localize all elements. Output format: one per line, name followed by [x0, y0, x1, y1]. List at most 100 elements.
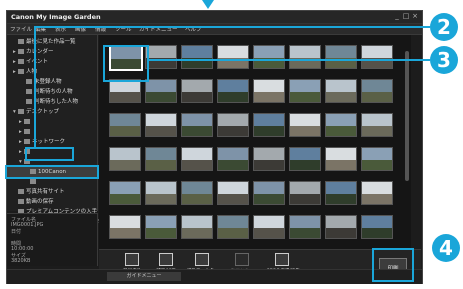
thumbnail[interactable]: [181, 113, 213, 137]
callout-badge-2: 2: [430, 13, 458, 41]
thumbnail[interactable]: [217, 147, 249, 171]
tree-item[interactable]: ▸ 人物: [7, 67, 97, 77]
thumbnail[interactable]: [325, 45, 357, 69]
callout-2-highlight: [25, 147, 74, 161]
thumbnail[interactable]: [109, 181, 141, 205]
title-bar: Canon My Image Garden _ □ ×: [7, 11, 422, 24]
filter-icon: [195, 253, 209, 266]
thumbnail[interactable]: [289, 181, 321, 205]
folder-tree: 最後に見た作品一覧 ▸ カレンダー ▸ イベント ▸ 人物 未登録人物 判断待ちの人物 判断待ちし…: [5, 35, 103, 227]
tree-item[interactable]: [7, 177, 97, 187]
thumbnail[interactable]: [253, 45, 285, 69]
thumbnail[interactable]: [289, 45, 321, 69]
thumbnail[interactable]: [253, 215, 285, 239]
thumbnail[interactable]: [253, 79, 285, 103]
pdf-icon: [275, 253, 289, 266]
person-icon: [26, 89, 32, 94]
thumbnail[interactable]: [181, 147, 213, 171]
thumbnail[interactable]: [217, 45, 249, 69]
thumbnail[interactable]: [253, 181, 285, 205]
thumbnail[interactable]: [109, 113, 141, 137]
tree-item[interactable]: 動画の保存: [7, 197, 97, 207]
thumbnail[interactable]: [181, 79, 213, 103]
thumbnail[interactable]: [289, 79, 321, 103]
info-line: 日付: [11, 229, 22, 235]
new-item-icon: [125, 253, 139, 266]
video-icon: [18, 199, 24, 204]
thumbnail[interactable]: [181, 215, 213, 239]
tree-item-label: 動画の保存: [26, 199, 54, 205]
info-line: 3820KB: [11, 258, 31, 264]
share-icon: [18, 189, 24, 194]
thumbnail[interactable]: [361, 79, 393, 103]
video-capture-icon: [235, 253, 249, 266]
thumbnail[interactable]: [145, 215, 177, 239]
thumbnail[interactable]: [145, 113, 177, 137]
thumbnail[interactable]: [361, 215, 393, 239]
tree-item[interactable]: 判断待ちの人物: [7, 87, 97, 97]
folder-icon: [24, 129, 30, 134]
tree-item[interactable]: 写真共有サイト: [7, 187, 97, 197]
sidebar: 最後に見た作品一覧 ▸ カレンダー ▸ イベント ▸ 人物 未登録人物 判断待ちの人物 判断待ちし…: [5, 35, 103, 225]
callout-2-line-horizontal: [34, 26, 430, 28]
tree-item-label: イベント: [26, 59, 49, 65]
thumbnail[interactable]: [109, 79, 141, 103]
thumbnail[interactable]: [217, 79, 249, 103]
tree-item[interactable]: ▸ ネットワーク: [7, 137, 97, 147]
folder-icon: [30, 169, 36, 174]
thumbnail[interactable]: [325, 215, 357, 239]
thumbnail[interactable]: [145, 79, 177, 103]
tree-item[interactable]: ▸ イベント: [7, 57, 97, 67]
close-button[interactable]: ×: [411, 12, 419, 21]
tree-item[interactable]: 判断待ちした人物: [7, 97, 97, 107]
person-icon: [26, 99, 32, 104]
thumbnail[interactable]: [181, 181, 213, 205]
callout-badge-3: 3: [430, 46, 458, 74]
tree-item[interactable]: 最後に見た作品一覧: [7, 37, 97, 47]
thumbnail[interactable]: [217, 113, 249, 137]
file-info-panel: ファイル名 IMG0001.JPG 日付 時間 10:00:00 サイズ 382…: [7, 213, 98, 266]
thumbnail[interactable]: [109, 215, 141, 239]
thumbnail[interactable]: [217, 215, 249, 239]
thumbnail[interactable]: [325, 79, 357, 103]
thumbnail[interactable]: [217, 181, 249, 205]
thumbnail[interactable]: [253, 147, 285, 171]
guide-menu-tab[interactable]: ガイドメニュー: [107, 272, 181, 281]
folder-icon: [18, 109, 24, 114]
grid-scrollbar[interactable]: [405, 51, 409, 181]
thumbnail[interactable]: [145, 181, 177, 205]
callout-3-line: [147, 59, 430, 61]
thumbnail[interactable]: [289, 215, 321, 239]
thumbnail[interactable]: [361, 45, 393, 69]
minimize-button[interactable]: _: [393, 12, 401, 21]
thumbnail[interactable]: [325, 147, 357, 171]
thumbnail[interactable]: [289, 147, 321, 171]
menu-file[interactable]: ファイル: [10, 25, 32, 33]
tree-item[interactable]: ▸ カレンダー: [7, 47, 97, 57]
thumbnail[interactable]: [145, 147, 177, 171]
callout-4-highlight: [372, 248, 414, 282]
thumbnail[interactable]: [325, 181, 357, 205]
thumbnail[interactable]: [361, 181, 393, 205]
thumbnail[interactable]: [181, 45, 213, 69]
tree-item-label: ネットワーク: [32, 139, 66, 145]
tree-item-label: 100Canon: [38, 169, 67, 175]
thumbnail[interactable]: [145, 45, 177, 69]
callout-3-highlight: [103, 45, 149, 82]
tree-item[interactable]: 未登録人物: [7, 77, 97, 87]
thumbnail[interactable]: [325, 113, 357, 137]
thumbnail[interactable]: [253, 113, 285, 137]
maximize-button[interactable]: □: [402, 12, 410, 21]
tree-item[interactable]: ▸: [7, 117, 97, 127]
tree-item[interactable]: ▸: [7, 127, 97, 137]
thumbnail[interactable]: [289, 113, 321, 137]
tree-item-label: 判断待ちした人物: [34, 99, 79, 105]
thumbnail[interactable]: [109, 147, 141, 171]
tree-item[interactable]: ▾ デスクトップ: [7, 107, 97, 117]
tree-item-label: デスクトップ: [26, 109, 60, 115]
thumbnail[interactable]: [361, 113, 393, 137]
calendar-icon: [18, 49, 24, 54]
person-icon: [18, 69, 24, 74]
tree-item-selected[interactable]: 100Canon: [5, 165, 99, 179]
thumbnail[interactable]: [361, 147, 393, 171]
